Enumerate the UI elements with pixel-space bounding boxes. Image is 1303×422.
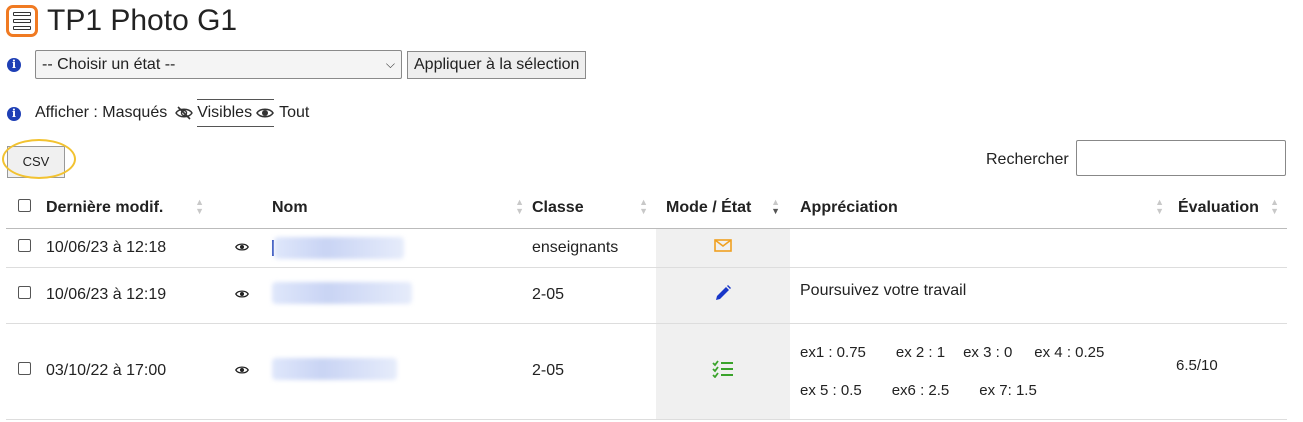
col-name[interactable]: Nom ▲ ▼ xyxy=(272,188,532,229)
grade-item: ex1 : 0.75 xyxy=(800,343,866,361)
sort-icon: ▲ ▼ xyxy=(771,197,780,216)
sort-icon: ▲ ▼ xyxy=(515,197,524,216)
eye-slash-icon xyxy=(175,106,194,120)
eye-icon[interactable] xyxy=(235,242,249,252)
grade-item: ex 4 : 0.25 xyxy=(1034,343,1105,361)
row-class: 2-05 xyxy=(532,323,656,420)
filter-visible[interactable]: Visibles xyxy=(197,99,275,127)
submissions-table: Dernière modif. ▲ ▼ Nom ▲ ▼ Classe ▲ ▼ Mode… xyxy=(6,188,1287,420)
col-modified[interactable]: Dernière modif. ▲ ▼ xyxy=(46,188,212,229)
row-evaluation xyxy=(1172,228,1287,268)
col-visibility xyxy=(212,188,272,229)
apply-selection-button[interactable]: Appliquer à la sélection xyxy=(407,51,587,79)
checklist-icon xyxy=(712,359,733,378)
table-row[interactable]: 10/06/23 à 12:18 enseignants xyxy=(6,228,1287,268)
filter-all[interactable]: Tout xyxy=(279,104,309,122)
row-modified: 03/10/22 à 17:00 xyxy=(46,323,212,420)
filter-hidden-label: Masqués xyxy=(102,104,168,121)
grade-item: ex 5 : 0.5 xyxy=(800,381,862,399)
row-mode[interactable] xyxy=(656,267,790,324)
row-appreciation: Poursuivez votre travail xyxy=(790,267,1172,324)
row-mode[interactable] xyxy=(656,228,790,268)
row-appreciation xyxy=(790,228,1172,268)
row-modified: 10/06/23 à 12:18 xyxy=(46,228,212,268)
info-icon[interactable]: i xyxy=(7,58,21,72)
table-row[interactable]: 03/10/22 à 17:00 2-05 ex1 : 0.75 ex 2 : … xyxy=(6,323,1287,420)
row-evaluation xyxy=(1172,267,1287,324)
eye-icon[interactable] xyxy=(235,289,249,299)
row-modified: 10/06/23 à 12:19 xyxy=(46,267,212,324)
sort-icon: ▲ ▼ xyxy=(639,197,648,216)
highlight-ring xyxy=(2,139,76,179)
col-appreciation[interactable]: Appréciation ▲ ▼ xyxy=(790,188,1172,229)
envelope-icon xyxy=(714,238,732,252)
col-class[interactable]: Classe ▲ ▼ xyxy=(532,188,656,229)
search-input[interactable] xyxy=(1076,140,1286,176)
grade-item: ex 2 : 1 xyxy=(895,343,946,361)
row-mode[interactable] xyxy=(656,323,790,420)
redacted-name xyxy=(272,281,412,304)
state-select[interactable]: -- Choisir un état -- ⌵ xyxy=(35,50,402,79)
row-evaluation: 6.5/10 xyxy=(1172,323,1287,420)
grade-line: ex1 : 0.75 ex 2 : 1 ex 3 : 0 ex 4 : 0.25 xyxy=(800,344,1172,361)
col-mode[interactable]: Mode / État ▲ ▼ xyxy=(656,188,790,229)
list-app-icon xyxy=(6,5,38,37)
table-header-row: Dernière modif. ▲ ▼ Nom ▲ ▼ Classe ▲ ▼ Mode… xyxy=(6,188,1287,229)
row-name[interactable] xyxy=(272,228,532,268)
grade-line: ex 5 : 0.5 ex6 : 2.5 ex 7: 1.5 xyxy=(800,382,1172,399)
row-class: 2-05 xyxy=(532,267,656,324)
row-checkbox[interactable] xyxy=(18,362,31,375)
state-select-value: -- Choisir un état -- xyxy=(42,56,176,73)
sort-icon: ▲ ▼ xyxy=(195,197,204,216)
display-label: Afficher : xyxy=(35,104,98,121)
select-all-checkbox[interactable] xyxy=(18,198,31,212)
search-label: Rechercher xyxy=(986,151,1069,168)
visibility-filter: Afficher : Masqués Visibles Tout xyxy=(35,98,309,128)
table-row[interactable]: 10/06/23 à 12:19 2-05 Poursuivez votre t… xyxy=(6,267,1287,324)
sort-icon: ▲ ▼ xyxy=(1155,197,1164,216)
row-checkbox[interactable] xyxy=(18,286,31,299)
grade-item: ex 7: 1.5 xyxy=(979,381,1037,399)
row-class: enseignants xyxy=(532,228,656,268)
page-header: TP1 Photo G1 xyxy=(6,4,237,38)
eye-icon xyxy=(256,108,274,118)
chevron-down-icon: ⌵ xyxy=(385,57,395,71)
row-appreciation: ex1 : 0.75 ex 2 : 1 ex 3 : 0 ex 4 : 0.25… xyxy=(790,323,1172,420)
row-name[interactable] xyxy=(272,267,532,324)
pencil-icon xyxy=(716,284,731,300)
grade-item: ex6 : 2.5 xyxy=(891,381,950,399)
sort-icon: ▲ ▼ xyxy=(1270,197,1279,216)
eye-icon[interactable] xyxy=(235,365,249,375)
row-checkbox[interactable] xyxy=(18,238,31,252)
redacted-name xyxy=(272,357,397,380)
grade-item: ex 3 : 0 xyxy=(963,343,1013,361)
page-title: TP1 Photo G1 xyxy=(47,4,238,37)
info-icon[interactable]: i xyxy=(7,107,21,121)
redacted-name xyxy=(274,236,404,259)
filter-visible-label: Visibles xyxy=(197,104,253,121)
filter-hidden[interactable]: Masqués xyxy=(102,104,197,122)
row-name[interactable] xyxy=(272,323,532,420)
col-evaluation[interactable]: Évaluation ▲ ▼ xyxy=(1172,188,1287,229)
